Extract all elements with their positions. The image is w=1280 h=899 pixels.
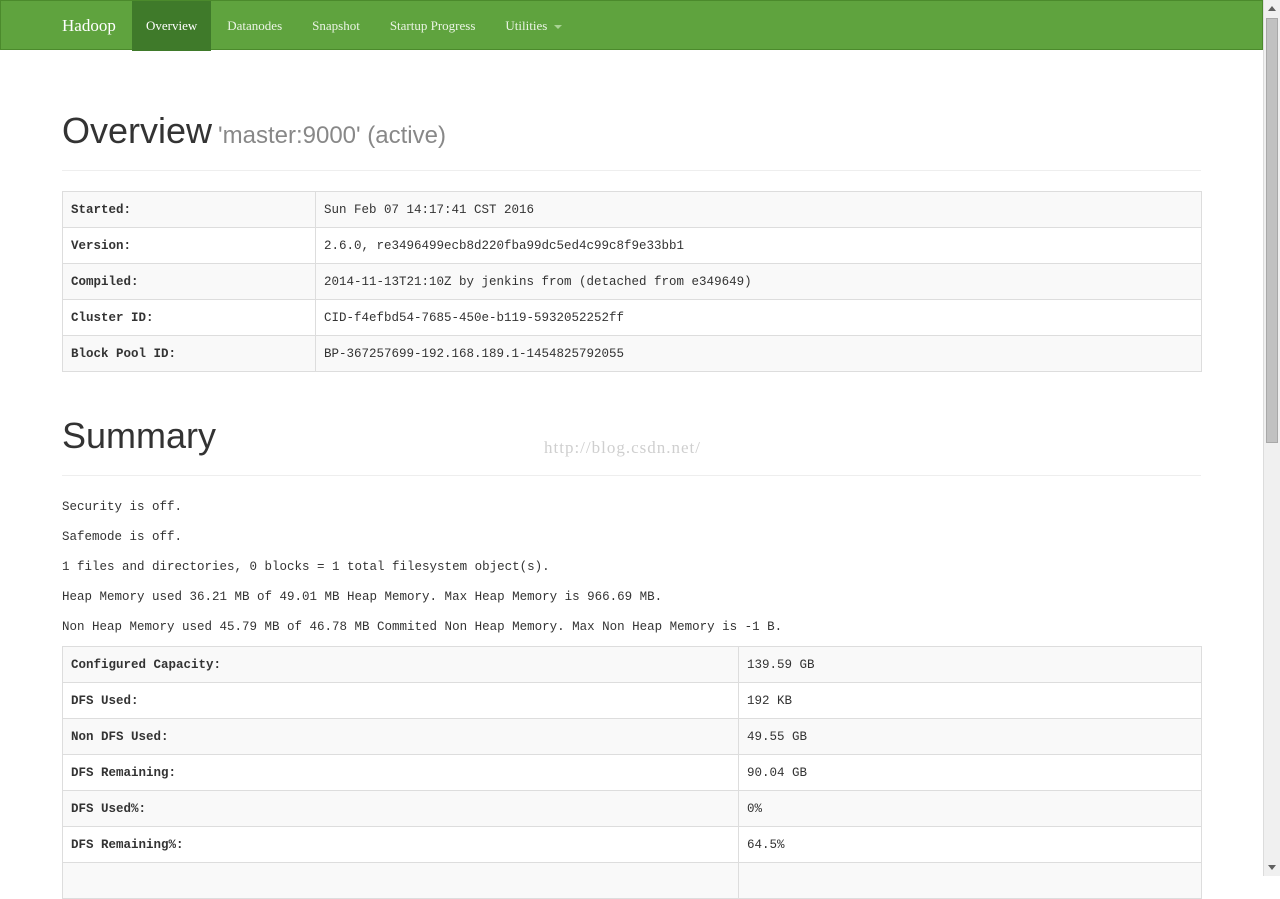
table-row: Compiled: 2014-11-13T21:10Z by jenkins fr… (62, 263, 1202, 300)
summary-title: Summary (62, 415, 217, 456)
table-row: DFS Remaining%: 64.5% (62, 826, 1202, 863)
nav-startup-progress[interactable]: Startup Progress (376, 1, 490, 51)
nav-snapshot[interactable]: Snapshot (298, 1, 374, 51)
overview-subtitle: 'master:9000' (active) (218, 122, 446, 149)
row-key: Configured Capacity: (62, 646, 739, 683)
overview-title: Overview (62, 110, 213, 151)
row-value: BP-367257699-192.168.189.1-1454825792055 (315, 335, 1202, 372)
table-row: Cluster ID: CID-f4efbd54-7685-450e-b119-5… (62, 299, 1202, 336)
nav-menu: Overview Datanodes Snapshot Startup Prog… (132, 1, 576, 51)
row-value: 0% (738, 790, 1202, 827)
summary-line: Heap Memory used 36.21 MB of 49.01 MB He… (62, 590, 663, 604)
row-value: CID-f4efbd54-7685-450e-b119-5932052252ff (315, 299, 1202, 336)
row-value: Sun Feb 07 14:17:41 CST 2016 (315, 191, 1202, 228)
row-value: 2014-11-13T21:10Z by jenkins from (detac… (315, 263, 1202, 300)
caret-down-icon (554, 25, 563, 30)
table-row (62, 862, 1202, 899)
row-value: 49.55 GB (738, 718, 1202, 755)
row-key (62, 862, 739, 899)
row-value: 90.04 GB (738, 754, 1202, 791)
row-key: Block Pool ID: (62, 335, 316, 372)
row-value: 64.5% (738, 826, 1202, 863)
top-navbar: Hadoop Overview Datanodes Snapshot Start… (0, 0, 1263, 51)
table-row: Configured Capacity: 139.59 GB (62, 646, 1202, 683)
row-key: Version: (62, 227, 316, 264)
row-value (738, 862, 1202, 899)
table-row: Block Pool ID: BP-367257699-192.168.189.1… (62, 335, 1202, 372)
table-row: DFS Remaining: 90.04 GB (62, 754, 1202, 791)
watermark-text: http://blog.csdn.net/ (544, 438, 701, 457)
nav-datanodes[interactable]: Datanodes (213, 1, 296, 51)
nav-overview[interactable]: Overview (132, 1, 212, 51)
scroll-down-icon[interactable] (1268, 865, 1276, 870)
row-key: DFS Remaining%: (62, 826, 739, 863)
nav-utilities-label: Utilities (505, 18, 548, 33)
summary-table: Configured Capacity: 139.59 GB DFS Used: 1… (62, 646, 1202, 899)
row-key: Compiled: (62, 263, 316, 300)
table-row: DFS Used: 192 KB (62, 682, 1202, 719)
row-key: Cluster ID: (62, 299, 316, 336)
table-row: Started: Sun Feb 07 14:17:41 CST 2016 (62, 191, 1202, 228)
nav-utilities-dropdown[interactable]: Utilities (491, 1, 576, 51)
row-value: 139.59 GB (738, 646, 1202, 683)
row-key: DFS Remaining: (62, 754, 739, 791)
row-key: Started: (62, 191, 316, 228)
summary-line: Non Heap Memory used 45.79 MB of 46.78 M… (62, 620, 783, 634)
summary-line: 1 files and directories, 0 blocks = 1 to… (62, 560, 550, 574)
summary-line: Safemode is off. (62, 530, 183, 544)
scroll-up-icon[interactable] (1268, 6, 1276, 11)
table-row: DFS Used%: 0% (62, 790, 1202, 827)
summary-lines: Security is off. Safemode is off. 1 file… (62, 496, 782, 646)
row-key: DFS Used%: (62, 790, 739, 827)
overview-table: Started: Sun Feb 07 14:17:41 CST 2016 Ver… (62, 191, 1202, 372)
table-row: Version: 2.6.0, re3496499ecb8d220fba99dc5… (62, 227, 1202, 264)
scroll-thumb[interactable] (1266, 18, 1278, 443)
row-key: DFS Used: (62, 682, 739, 719)
table-row: Non DFS Used: 49.55 GB (62, 718, 1202, 755)
row-key: Non DFS Used: (62, 718, 739, 755)
overview-header: Overview'master:9000' (active) (62, 108, 1201, 171)
brand-link[interactable]: Hadoop (62, 1, 116, 51)
row-value: 192 KB (738, 682, 1202, 719)
vertical-scrollbar[interactable] (1263, 0, 1280, 876)
row-value: 2.6.0, re3496499ecb8d220fba99dc5ed4c99c8… (315, 227, 1202, 264)
summary-line: Security is off. (62, 500, 183, 514)
